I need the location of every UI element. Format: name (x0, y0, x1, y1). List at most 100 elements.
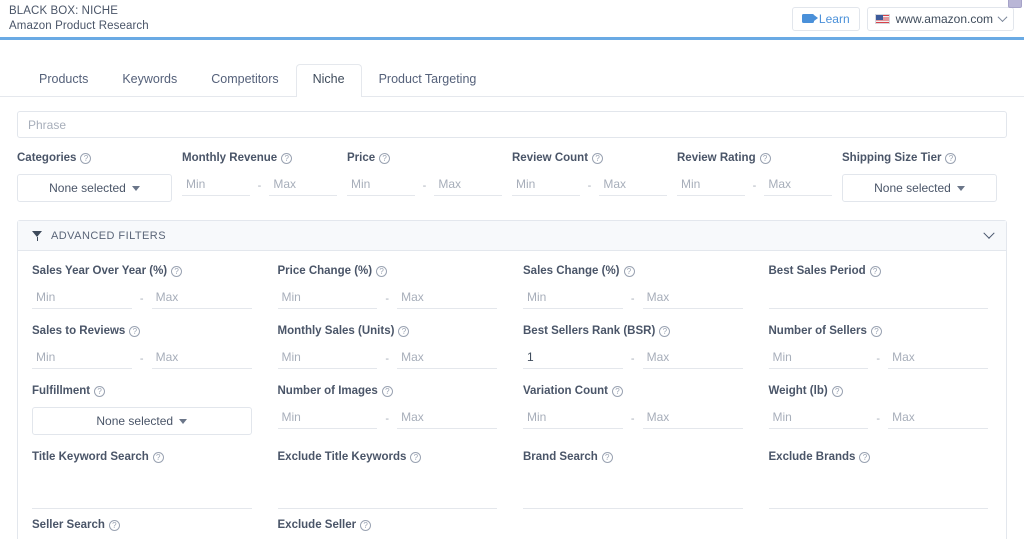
advanced-filters-header[interactable]: ADVANCED FILTERS (18, 221, 1006, 251)
range-dash: - (139, 293, 144, 305)
filter-weight: Weight (lb) ? - (768, 385, 993, 451)
range-dash: - (257, 180, 262, 192)
corner-widget-icon[interactable] (1008, 0, 1022, 8)
min-input[interactable] (768, 407, 869, 429)
filter-number-of-sellers: Number of Sellers ? - (768, 325, 993, 385)
tab-product-targeting[interactable]: Product Targeting (362, 64, 494, 96)
tab-label: Competitors (211, 72, 279, 87)
help-icon[interactable]: ? (759, 152, 771, 164)
min-input[interactable] (768, 347, 869, 369)
help-icon[interactable]: ? (859, 451, 871, 463)
tab-niche[interactable]: Niche (295, 64, 362, 97)
min-input[interactable] (277, 287, 378, 309)
range-inputs: - (277, 287, 498, 309)
help-icon[interactable]: ? (379, 152, 391, 164)
help-icon[interactable]: ? (381, 385, 393, 397)
max-input[interactable] (151, 287, 252, 309)
min-input[interactable] (677, 174, 745, 196)
filter-label: Variation Count ? (523, 385, 743, 397)
max-input[interactable] (269, 174, 338, 196)
learn-button-label: Learn (818, 11, 850, 26)
help-icon[interactable]: ? (281, 152, 293, 164)
label-text: Sales to Reviews (32, 325, 126, 337)
max-input[interactable] (599, 174, 668, 196)
help-icon[interactable]: ? (945, 152, 957, 164)
min-input[interactable] (182, 174, 250, 196)
best-sales-period-input[interactable] (768, 287, 988, 309)
max-input[interactable] (888, 407, 989, 429)
help-icon[interactable]: ? (831, 385, 843, 397)
help-icon[interactable]: ? (659, 325, 671, 337)
help-icon[interactable]: ? (376, 265, 388, 277)
min-input[interactable] (277, 347, 378, 369)
help-icon[interactable]: ? (171, 265, 183, 277)
brand-search-input[interactable] (523, 487, 743, 509)
min-input[interactable] (523, 347, 623, 369)
range-inputs: - (768, 347, 989, 369)
range-inputs: - (277, 407, 498, 429)
exclude-brands-input[interactable] (768, 487, 988, 509)
label-text: Review Rating (677, 152, 756, 164)
help-icon[interactable]: ? (601, 451, 613, 463)
help-icon[interactable]: ? (129, 325, 141, 337)
help-icon[interactable]: ? (623, 265, 635, 277)
min-input[interactable] (512, 174, 580, 196)
exclude-title-keywords-input[interactable] (277, 487, 497, 509)
max-input[interactable] (888, 347, 989, 369)
help-icon[interactable]: ? (80, 152, 92, 164)
range-inputs: - (523, 347, 743, 369)
filter-label: Monthly Revenue ? (182, 152, 337, 164)
min-input[interactable] (523, 287, 623, 309)
filter-price-change: Price Change (%) ? - (277, 265, 524, 325)
max-input[interactable] (642, 287, 743, 309)
range-inputs: - (523, 287, 743, 309)
fulfillment-select[interactable]: None selected (32, 407, 252, 435)
max-input[interactable] (764, 174, 833, 196)
max-input[interactable] (397, 407, 498, 429)
categories-select[interactable]: None selected (17, 174, 172, 202)
main-tabs: Products Keywords Competitors Niche Prod… (0, 59, 1024, 97)
help-icon[interactable]: ? (410, 451, 422, 463)
filter-label: Sales Change (%) ? (523, 265, 743, 277)
label-text: Number of Images (277, 385, 378, 397)
spacer-cell (769, 519, 993, 539)
help-icon[interactable]: ? (869, 265, 881, 277)
tab-keywords[interactable]: Keywords (105, 64, 194, 96)
help-icon[interactable]: ? (592, 152, 604, 164)
help-icon[interactable]: ? (360, 519, 372, 531)
max-input[interactable] (642, 347, 743, 369)
header-actions: Learn www.amazon.com (791, 6, 1014, 31)
brand-block: BLACK BOX: NICHE Amazon Product Research (9, 3, 149, 33)
learn-button[interactable]: Learn (791, 6, 860, 31)
range-inputs: - (523, 407, 743, 429)
help-icon[interactable]: ? (870, 325, 882, 337)
max-input[interactable] (151, 347, 252, 369)
help-icon[interactable]: ? (398, 325, 410, 337)
help-icon[interactable]: ? (108, 519, 120, 531)
help-icon[interactable]: ? (152, 451, 164, 463)
min-input[interactable] (523, 407, 623, 429)
label-text: Exclude Title Keywords (277, 451, 407, 463)
filter-label: Exclude Seller ? (278, 519, 498, 531)
marketplace-selector[interactable]: www.amazon.com (866, 6, 1014, 31)
max-input[interactable] (642, 407, 743, 429)
label-text: Variation Count (523, 385, 608, 397)
help-icon[interactable]: ? (94, 385, 106, 397)
title-keyword-search-input[interactable] (32, 487, 252, 509)
min-input[interactable] (32, 347, 132, 369)
min-input[interactable] (347, 174, 415, 196)
max-input[interactable] (397, 287, 498, 309)
phrase-search-input[interactable] (17, 111, 1007, 138)
tab-competitors[interactable]: Competitors (194, 64, 295, 96)
shipping-size-tier-select[interactable]: None selected (842, 174, 997, 202)
max-input[interactable] (397, 347, 498, 369)
range-dash: - (630, 353, 635, 365)
filter-review-rating: Review Rating ? - (677, 152, 842, 202)
min-input[interactable] (277, 407, 378, 429)
min-input[interactable] (32, 287, 132, 309)
filter-sales-year-over-year: Sales Year Over Year (%) ? - (32, 265, 278, 325)
help-icon[interactable]: ? (611, 385, 623, 397)
tab-products[interactable]: Products (22, 64, 105, 96)
chevron-down-icon[interactable] (983, 227, 995, 239)
max-input[interactable] (434, 174, 503, 196)
